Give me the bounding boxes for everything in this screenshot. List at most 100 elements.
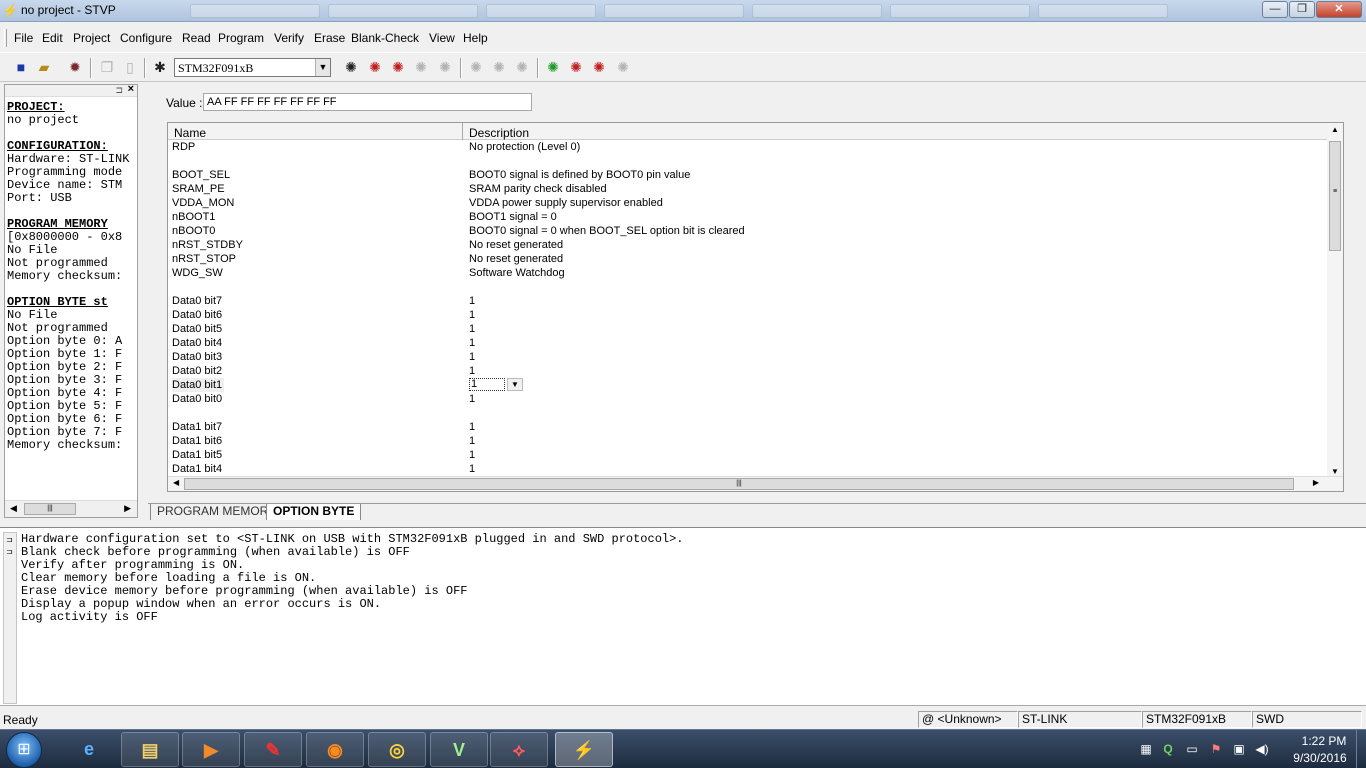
scroll-up-icon[interactable]: ▲ — [1331, 125, 1339, 134]
program-all-icon[interactable]: ✺ — [544, 58, 562, 76]
read-current-tab-icon[interactable]: ✺ — [366, 58, 384, 76]
option-row[interactable]: SRAM_PE SRAM parity check disabled — [168, 182, 1328, 196]
option-row[interactable]: Data0 bit7 1 — [168, 294, 1328, 308]
program-option-byte-icon[interactable]: ✺ — [590, 58, 608, 76]
option-row[interactable]: WDG_SW Software Watchdog — [168, 266, 1328, 280]
scroll-right-icon[interactable]: ▶ — [1313, 478, 1319, 487]
open-icon[interactable]: ▰ — [35, 58, 53, 76]
vertical-scrollbar[interactable]: ▲ ≡ ▼ — [1327, 123, 1343, 478]
option-row[interactable] — [168, 154, 1328, 168]
close-icon[interactable]: ⊐ — [6, 547, 13, 556]
stvp-app-icon[interactable]: ⚡ — [555, 732, 613, 767]
option-row[interactable]: Data1 bit7 1 — [168, 420, 1328, 434]
menu-file[interactable]: File — [14, 31, 33, 45]
chevron-down-icon[interactable]: ▼ — [507, 378, 523, 391]
menu-configure[interactable]: Configure — [120, 31, 172, 45]
option-row[interactable]: Data1 bit5 1 — [168, 448, 1328, 462]
media-player-icon[interactable]: ▶ — [182, 732, 240, 767]
option-row[interactable]: Data0 bit5 1 — [168, 322, 1328, 336]
clock-time[interactable]: 1:22 PM — [1292, 734, 1356, 748]
option-row[interactable]: nRST_STOP No reset generated — [168, 252, 1328, 266]
pin-icon[interactable]: ⊐ — [115, 85, 123, 96]
chrome-icon[interactable]: ◎ — [368, 732, 426, 767]
option-row[interactable]: BOOT_SEL BOOT0 signal is defined by BOOT0… — [168, 168, 1328, 182]
tab-program-memory[interactable]: PROGRAM MEMORY — [150, 504, 282, 520]
acrobat-icon[interactable]: ⟡ — [490, 732, 548, 767]
minimize-button[interactable]: — — [1262, 1, 1288, 18]
menu-read[interactable]: Read — [182, 31, 211, 45]
paste-icon[interactable]: ▯ — [121, 58, 139, 76]
monitor-icon[interactable]: ▭ — [1184, 741, 1200, 757]
clock-date[interactable]: 9/30/2016 — [1284, 751, 1356, 765]
erase-disabled-icon[interactable]: ✺ — [490, 58, 508, 76]
pin-icon[interactable]: ⊐ — [6, 535, 13, 544]
option-row[interactable]: nBOOT0 BOOT0 signal = 0 when BOOT_SEL opt… — [168, 224, 1328, 238]
qt-app-icon[interactable]: Q — [1160, 741, 1176, 757]
save-icon[interactable]: ■ — [12, 58, 30, 76]
firefox-icon[interactable]: ◉ — [306, 732, 364, 767]
option-row[interactable]: Data0 bit4 1 — [168, 336, 1328, 350]
option-row[interactable] — [168, 406, 1328, 420]
read-disabled-icon[interactable]: ✺ — [412, 58, 430, 76]
menu-help[interactable]: Help — [463, 31, 488, 45]
volume-icon[interactable]: ◀) — [1254, 741, 1270, 757]
menu-edit[interactable]: Edit — [42, 31, 63, 45]
program-disabled-icon[interactable]: ✺ — [614, 58, 632, 76]
erase-disabled-icon[interactable]: ✺ — [513, 58, 531, 76]
scroll-thumb[interactable]: ||| — [24, 503, 76, 515]
option-row[interactable]: nBOOT1 BOOT1 signal = 0 — [168, 210, 1328, 224]
read-option-byte-icon[interactable]: ✺ — [389, 58, 407, 76]
read-disabled-icon[interactable]: ✺ — [436, 58, 454, 76]
menu-blank-check[interactable]: Blank-Check — [351, 31, 419, 45]
scroll-thumb[interactable]: ||| — [184, 478, 1294, 490]
option-row[interactable]: Data1 bit4 1 — [168, 462, 1328, 476]
chevron-down-icon[interactable]: ▼ — [315, 59, 330, 76]
option-row[interactable] — [168, 280, 1328, 294]
copy-icon[interactable]: ❐ — [98, 58, 116, 76]
horizontal-scrollbar[interactable]: ◀ ||| ▶ — [168, 476, 1343, 491]
option-row[interactable]: VDDA_MON VDDA power supply supervisor ena… — [168, 196, 1328, 210]
menu-view[interactable]: View — [429, 31, 455, 45]
value-field[interactable]: AA FF FF FF FF FF FF FF — [203, 93, 532, 111]
option-row[interactable]: Data0 bit6 1 — [168, 308, 1328, 322]
option-row[interactable]: Data0 bit3 1 — [168, 350, 1328, 364]
column-header-name[interactable]: Name — [174, 126, 206, 140]
program-current-tab-icon[interactable]: ✺ — [567, 58, 585, 76]
scroll-right-icon[interactable]: ▶ — [124, 503, 131, 514]
program-project-icon[interactable]: ✹ — [66, 58, 84, 76]
scroll-thumb[interactable]: ≡ — [1329, 141, 1341, 251]
close-icon[interactable]: × — [128, 85, 134, 95]
menu-program[interactable]: Program — [218, 31, 264, 45]
column-divider[interactable] — [462, 123, 463, 140]
tab-option-byte[interactable]: OPTION BYTE — [266, 504, 362, 520]
option-value[interactable]: 1 — [469, 378, 505, 391]
menu-project[interactable]: Project — [73, 31, 110, 45]
column-header-description[interactable]: Description — [469, 126, 529, 140]
internet-explorer-icon[interactable]: e — [60, 732, 118, 767]
horizontal-scrollbar[interactable]: ◀ ||| ▶ — [5, 500, 137, 517]
option-row[interactable]: RDP No protection (Level 0) — [168, 140, 1328, 154]
option-row[interactable]: nRST_STDBY No reset generated — [168, 238, 1328, 252]
action-center-icon[interactable]: ⚑ — [1208, 741, 1224, 757]
option-row[interactable]: Data0 bit0 1 — [168, 392, 1328, 406]
device-select[interactable]: STM32F091xB ▼ — [174, 58, 331, 77]
start-button[interactable]: ⊞ — [6, 732, 42, 768]
scroll-left-icon[interactable]: ◀ — [10, 503, 17, 514]
configure-icon[interactable]: ✱ — [151, 58, 169, 76]
maximize-button[interactable]: ❐ — [1289, 1, 1315, 18]
file-explorer-icon[interactable]: ▤ — [121, 732, 179, 767]
option-row[interactable]: Data1 bit6 1 — [168, 434, 1328, 448]
option-row[interactable]: Data0 bit1 1 ▼ — [168, 378, 1328, 392]
show-desktop-button[interactable] — [1356, 730, 1366, 768]
network-drive-icon[interactable]: ▦ — [1138, 741, 1154, 757]
close-button[interactable]: ✕ — [1316, 1, 1362, 18]
read-all-icon[interactable]: ✺ — [342, 58, 360, 76]
stm-studio-icon[interactable]: V — [430, 732, 488, 767]
erase-disabled-icon[interactable]: ✺ — [467, 58, 485, 76]
scroll-left-icon[interactable]: ◀ — [173, 478, 179, 487]
option-value-dropdown[interactable]: 1 ▼ — [469, 378, 524, 391]
scroll-down-icon[interactable]: ▼ — [1331, 467, 1339, 476]
paint-app-icon[interactable]: ✎ — [244, 732, 302, 767]
menu-erase[interactable]: Erase — [314, 31, 345, 45]
device-icon[interactable]: ▣ — [1231, 741, 1247, 757]
